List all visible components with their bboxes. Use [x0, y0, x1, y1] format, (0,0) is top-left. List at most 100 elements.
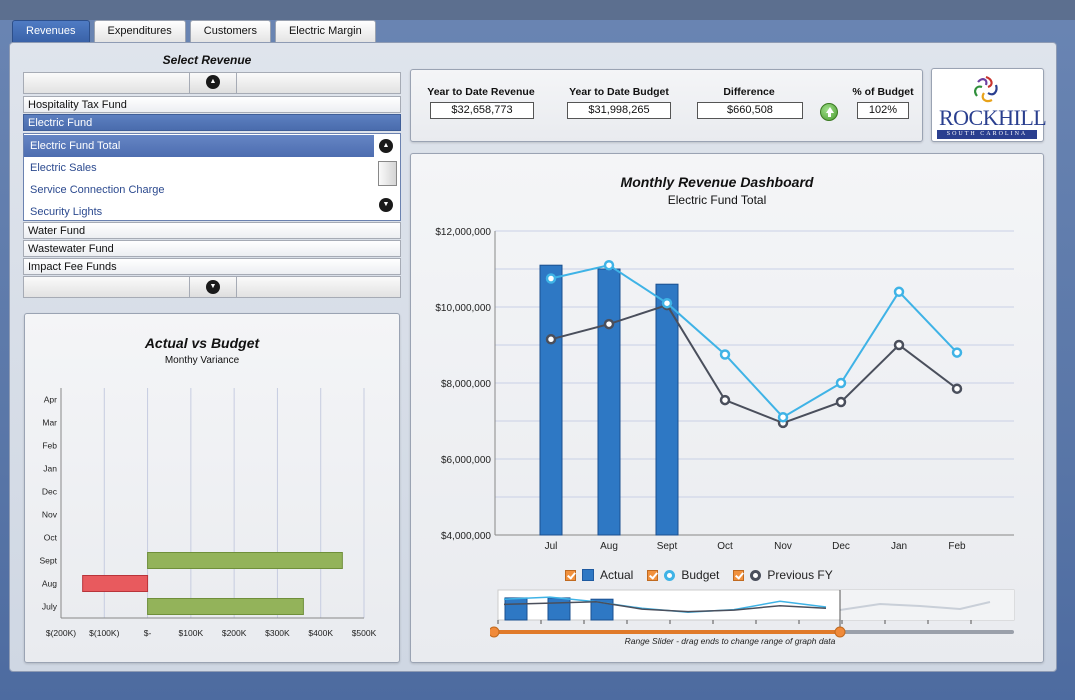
x-tick-label: $400K [308, 628, 333, 638]
ytd-revenue-value: $32,658,773 [430, 102, 534, 119]
sub-item-security-lights[interactable]: Security Lights [24, 201, 374, 220]
sub-item-electric-sales[interactable]: Electric Sales [24, 157, 374, 179]
pct-budget-label: % of Budget [852, 86, 914, 98]
chevron-down-icon: ▼ [206, 280, 220, 294]
actual-bar [655, 283, 679, 536]
legend-swatch-actual [582, 569, 594, 581]
fund-list-scroll-up[interactable]: ▲ [23, 72, 401, 94]
logo-subtitle: SOUTH CAROLINA [937, 130, 1037, 139]
y-tick-label: $12,000,000 [435, 227, 491, 238]
ytd-budget-label: Year to Date Budget [569, 86, 669, 98]
fund-list-scroll-down[interactable]: ▼ [23, 276, 401, 298]
x-tick-label: Aug [600, 541, 618, 552]
difference-label: Difference [723, 86, 775, 98]
logo-wordmark: ROCKHILL [939, 105, 1047, 130]
y-tick-label: $10,000,000 [435, 303, 491, 314]
ytd-revenue-label: Year to Date Revenue [427, 86, 535, 98]
chevron-down-icon[interactable]: ▼ [379, 198, 393, 212]
previous-fy-point [951, 383, 963, 394]
y-tick-label: Apr [44, 395, 57, 405]
legend-label-budget: Budget [681, 568, 720, 582]
budget-point [603, 259, 615, 271]
y-tick-label: $6,000,000 [441, 455, 491, 466]
mini-actual-bar [547, 597, 571, 621]
previous-fy-point [893, 339, 905, 351]
fund-wastewater[interactable]: Wastewater Fund [23, 240, 401, 257]
difference-value: $660,508 [697, 102, 803, 119]
actual-bar [597, 268, 621, 536]
x-tick-label: $500K [352, 628, 377, 638]
variance-bar [147, 552, 343, 569]
budget-point [661, 297, 673, 309]
previous-fy-point [603, 318, 615, 330]
app-window: Revenues Expenditures Customers Electric… [0, 0, 1075, 700]
tab-customers[interactable]: Customers [189, 20, 271, 42]
fund-impact-fee[interactable]: Impact Fee Funds [23, 258, 401, 275]
tab-revenues[interactable]: Revenues [12, 20, 90, 42]
budget-point [719, 349, 731, 360]
x-tick-label: $(200K) [46, 628, 76, 638]
budget-point [951, 347, 963, 358]
checkbox-budget[interactable] [647, 569, 659, 581]
chevron-up-icon[interactable]: ▲ [379, 139, 393, 153]
budget-point [893, 286, 905, 298]
slider-track-selected [494, 630, 840, 634]
sub-item-electric-fund-total[interactable]: Electric Fund Total [24, 135, 374, 157]
pct-budget-value: 102% [857, 102, 909, 119]
slider-handle-left [490, 626, 500, 638]
fund-electric[interactable]: Electric Fund [23, 114, 401, 131]
y-tick-label: July [42, 602, 58, 612]
y-tick-label: Sept [40, 556, 58, 566]
y-tick-label: Oct [44, 533, 58, 543]
x-tick-label: Jan [891, 541, 907, 552]
variance-bar [147, 598, 304, 615]
y-tick-label: $8,000,000 [441, 379, 491, 390]
checkbox-previous-fy[interactable] [733, 569, 745, 581]
up-arrow-icon [820, 103, 838, 121]
budget-point [777, 411, 789, 423]
x-tick-label: $(100K) [89, 628, 119, 638]
y-tick-label: Jan [43, 464, 57, 474]
legend-marker-budget [664, 569, 676, 581]
legend-marker-previous-fy [750, 569, 762, 581]
y-tick-label: Mar [42, 418, 57, 428]
y-tick-label: Feb [42, 441, 57, 451]
x-tick-label: Sept [657, 541, 678, 552]
y-tick-label: Dec [42, 487, 58, 497]
x-tick-label: $200K [222, 628, 247, 638]
budget-point [835, 377, 847, 389]
slider-track-unselected [840, 630, 1014, 634]
actual-bar [539, 264, 563, 536]
sub-list-scrollbar[interactable]: ▲ ▼ [376, 136, 398, 218]
legend-label-previous-fy: Previous FY [767, 568, 833, 582]
previous-fy-point [545, 334, 557, 345]
sub-item-list: Electric Fund Total Electric Sales Servi… [23, 133, 401, 221]
variance-chart: $(200K) $(100K) $- $100K $200K $300K $400K $500… [40, 388, 377, 638]
scroll-up-button[interactable]: ▲ [189, 73, 237, 93]
previous-fy-point [835, 396, 847, 408]
fund-water[interactable]: Water Fund [23, 222, 401, 239]
x-tick-label: $- [144, 628, 152, 638]
range-slider[interactable] [490, 588, 1018, 638]
variance-bar [82, 575, 149, 592]
y-tick-label: $4,000,000 [441, 531, 491, 542]
top-strip [0, 0, 1075, 20]
x-tick-label: Feb [948, 541, 966, 552]
y-tick-label: Aug [42, 579, 57, 589]
revenue-chart: $4,000,000 $6,000,000 $8,000,000 $10,000,00… [435, 227, 1014, 552]
ytd-budget-value: $31,998,265 [567, 102, 671, 119]
tab-electric-margin[interactable]: Electric Margin [274, 20, 376, 42]
sub-item-service-connection-charge[interactable]: Service Connection Charge [24, 179, 374, 201]
scroll-down-button[interactable]: ▼ [189, 277, 237, 297]
mini-chart-unselected [840, 590, 1014, 620]
mini-actual-bar [504, 597, 528, 621]
x-tick-label: $300K [265, 628, 290, 638]
tab-expenditures[interactable]: Expenditures [93, 20, 186, 42]
range-slider-label: Range Slider - drag ends to change range… [624, 636, 836, 646]
select-revenue-title: Select Revenue [162, 53, 252, 67]
fund-hospitality-tax[interactable]: Hospitality Tax Fund [23, 96, 401, 113]
scroll-thumb[interactable] [378, 161, 397, 186]
rock-hill-logo-icon [974, 75, 998, 103]
checkbox-actual[interactable] [565, 569, 576, 581]
y-tick-label: Nov [42, 510, 58, 520]
